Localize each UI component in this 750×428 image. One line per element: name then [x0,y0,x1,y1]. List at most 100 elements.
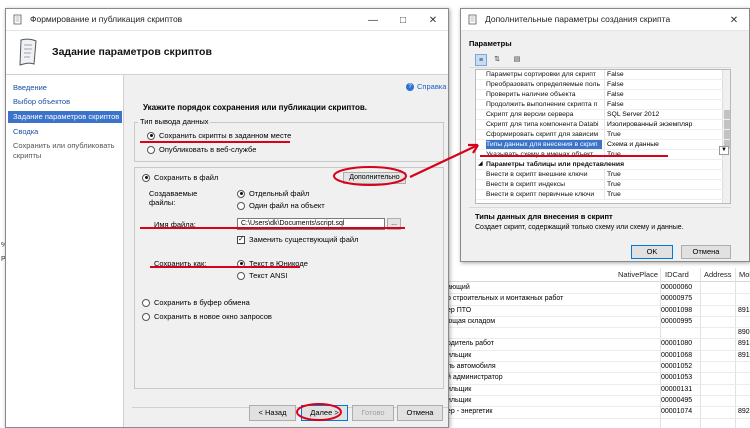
property-value: True [604,130,724,139]
radio-dot [147,145,155,154]
wizard-title-bar: Формирование и публикация скриптов — □ ✕ [6,9,448,31]
property-row[interactable]: Внести в скрипт первичные ключи True [476,190,730,200]
advanced-button[interactable]: Дополнительно [343,172,406,184]
radio-publish-web[interactable]: Опубликовать в веб-службе [147,145,256,154]
radio-dot [237,259,245,268]
table-cell: 00000131 [661,385,693,393]
table-cell: о строительных и монтажных работ [447,295,564,303]
property-name: Параметры таблицы или представления [486,161,625,168]
property-name: Указывать схему в именах объект [486,151,594,158]
property-value: Изолированный экземпляр [604,120,724,129]
table-cell: 00000975 [661,295,693,303]
property-value: False [604,100,724,109]
radio-clipboard[interactable]: Сохранить в буфер обмена [142,298,250,307]
wizard-dialog: Формирование и публикация скриптов — □ ✕… [5,8,449,428]
next-button[interactable]: Далее > [301,405,348,421]
nav-script-options[interactable]: Задание параметров скриптов [8,111,122,123]
property-value: False [604,80,724,89]
property-pages-icon[interactable]: ▤ [511,54,523,66]
table-row: о строительных и монтажных работ 00000975 [443,294,750,306]
categorized-icon[interactable]: ≡ [475,54,487,66]
instruction-text: Укажите порядок сохранения или публикаци… [143,103,368,112]
property-row[interactable]: Типы данных для внесения в скрип Схема и … [476,140,730,150]
table-cell: 00001068 [661,351,693,359]
back-button[interactable]: < Назад [249,405,296,421]
property-value: True [604,190,724,199]
nav-save-publish: Сохранить или опубликовать [13,141,115,150]
maximize-icon[interactable]: □ [388,9,418,31]
radio-ansi[interactable]: Текст ANSI [237,271,287,280]
table-cell: ильщик [447,351,472,359]
header-nativeplace: NativePlace [618,270,659,279]
ok-button[interactable]: OK [631,245,673,259]
table-row: ер - энергетик 00001074 8928 [443,407,750,419]
help-link[interactable]: ? Справка [406,82,446,91]
property-row[interactable]: Сформировать скрипт для зависим True [476,130,730,140]
table-cell: 8918 [738,351,750,359]
wizard-title: Формирование и публикация скриптов [30,14,183,24]
overwrite-label: Заменить существующий файл [249,235,359,244]
radio-dot [142,173,150,182]
property-row[interactable]: Внести в скрипт индексы True [476,180,730,190]
advanced-title-bar: Дополнительные параметры создания скрипт… [461,9,749,31]
property-row[interactable]: Внести в скрипт внешние ключи True [476,170,730,180]
filename-input[interactable]: C:\Users\dk\Documents\script.sql [237,218,385,230]
property-row[interactable]: Проверить наличие объекта False [476,90,730,100]
radio-single-file[interactable]: Отдельный файл [237,189,309,198]
radio-dot [147,131,155,140]
table-cell: ильщик [447,385,472,393]
dropdown-chevron-icon[interactable]: ▼ [719,146,729,155]
property-name: Скрипт для типа компонента Databi [486,121,599,128]
radio-publish-web-label: Опубликовать в веб-службе [159,145,257,154]
radio-dot [237,271,245,280]
scroll-icon [468,14,477,25]
scroll-icon [13,14,22,25]
nav-summary[interactable]: Сводка [8,127,122,137]
radio-dot [237,189,245,198]
property-value[interactable]: Схема и данные [604,140,724,149]
radio-save-file[interactable]: Сохранить в файл [142,173,218,182]
browse-button[interactable]: ... [387,218,401,230]
close-icon[interactable]: ✕ [719,9,749,31]
property-name: Преобразовать определяемые поль [486,81,600,88]
table-cell: ль автомобиля [447,363,496,371]
sort-alpha-icon[interactable]: ⇅ [491,54,503,66]
description-panel: Типы данных для внесения в скрипт Создае… [469,207,731,243]
table-row: ильщик 00001068 8918 [443,351,750,363]
property-row[interactable]: Параметры сортировки для скрипт False [476,70,730,80]
cancel-button[interactable]: Отмена [397,405,443,421]
radio-ansi-label: Текст ANSI [249,271,288,280]
nav-intro[interactable]: Введение [8,83,122,93]
table-cell: одитель работ [447,340,494,348]
property-name: Сформировать скрипт для зависим [486,131,599,138]
sheet-rows: ающий 00000060 о строительных и монтажных … [443,283,750,419]
filename-label: Имя файла: [154,220,196,229]
minimize-icon[interactable]: — [358,9,388,31]
table-row: й администратор 00001053 [443,373,750,385]
property-row[interactable]: Скрипт для версии сервера SQL Server 2012 [476,110,730,120]
table-cell: 00000495 [661,396,693,404]
table-row: ильщик 00000495 [443,396,750,408]
help-label: Справка [417,82,447,91]
property-value: False [604,70,724,79]
radio-new-query[interactable]: Сохранить в новое окно запросов [142,312,272,321]
table-cell: ющая складом [447,317,496,325]
property-section[interactable]: ◢ Параметры таблицы или представления [476,160,730,170]
radio-unicode[interactable]: Текст в Юникоде [237,259,308,268]
nav-select-objects[interactable]: Выбор объектов [8,97,122,107]
property-row[interactable]: Продолжить выполнение скрипта п False [476,100,730,110]
table-cell: 8918 [738,306,750,314]
header-mob: Mob [739,270,750,279]
property-name: Типы данных для внесения в скрип [486,140,602,149]
property-row[interactable]: Указывать схему в именах объект True [476,150,730,160]
overwrite-checkbox[interactable]: ✓ Заменить существующий файл [237,235,358,244]
property-row[interactable]: Скрипт для типа компонента Databi Изолиро… [476,120,730,130]
property-row[interactable]: Преобразовать определяемые поль False [476,80,730,90]
advanced-cancel-button[interactable]: Отмена [681,245,731,259]
close-icon[interactable]: ✕ [418,9,448,31]
advanced-title: Дополнительные параметры создания скрипт… [485,14,671,24]
property-name: Внести в скрипт индексы [486,181,566,188]
radio-file-per-object[interactable]: Один файл на объект [237,201,325,210]
output-type-label: Тип вывода данных [138,117,211,126]
radio-save-scripts[interactable]: Сохранить скрипты в заданном месте [147,131,291,140]
